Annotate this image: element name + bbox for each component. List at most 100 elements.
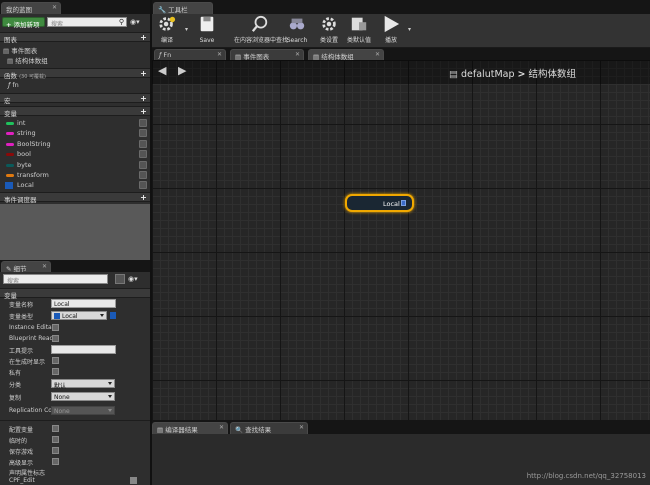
tooltip-label: 工具提示 [9,348,34,355]
section-macros[interactable]: 宏 + [0,93,150,105]
advanced-display-checkbox[interactable] [52,458,59,465]
add-dispatcher-icon[interactable]: + [140,194,147,202]
node-output-pin-icon[interactable] [401,200,406,206]
details-search-input[interactable]: 搜索 [3,274,108,285]
tab-my-blueprint[interactable]: 我的蓝图 ✕ [1,2,61,14]
add-macro-icon[interactable]: + [140,95,147,103]
add-new-button[interactable]: + 添加新项 ▾ [2,17,45,37]
graph-canvas[interactable]: ◀ ▶ ▤ defalutMap > 结构体数组 Local [152,60,650,420]
back-arrow-icon[interactable]: ◀ [158,64,166,77]
function-item-fn-label: fn [12,81,19,89]
graph-icon: ▤ [7,57,14,65]
dispatcher-empty-area [0,204,150,260]
category-value: 默认 [54,383,67,390]
compile-options-chevron-icon[interactable]: ▾ [185,26,188,33]
advanced-display-label: 高级显示 [9,460,34,467]
tab-fn-label: Fn [163,51,172,59]
compile-button[interactable]: 编译 [152,14,182,44]
variable-type-pill-icon [6,132,14,136]
graph-item-struct[interactable]: ▤ 结构体数组 [0,54,150,65]
forward-arrow-icon[interactable]: ▶ [178,64,186,77]
container-type-icon[interactable] [110,312,116,319]
replication-dropdown[interactable]: None [51,392,115,401]
visibility-eye-icon[interactable] [139,181,147,190]
variable-item[interactable]: Local [0,180,150,190]
config-var-label: 配置变量 [9,427,34,434]
tab-toolbar[interactable]: 🔧 工具栏 [153,2,213,14]
local-variable-node[interactable]: Local [345,194,414,212]
close-icon[interactable]: ✕ [219,424,224,431]
variable-item[interactable]: bool [0,149,150,159]
breadcrumb-root[interactable]: defalutMap [461,69,514,80]
variable-item[interactable]: BoolString [0,139,150,149]
close-icon[interactable]: ✕ [42,263,47,270]
variable-item[interactable]: string [0,128,150,138]
close-icon[interactable]: ✕ [375,51,380,58]
view-options-eye-icon[interactable]: ◉▾ [128,275,138,283]
chevron-down-icon [108,382,112,385]
section-functions[interactable]: 函数 (30 可覆载) + [0,68,150,80]
find-in-content-browser-button[interactable]: 在内容浏览器中查找 [234,14,288,44]
variable-item[interactable]: byte [0,160,150,170]
left-tabstrip: 我的蓝图 ✕ [0,0,150,14]
close-icon[interactable]: ✕ [295,51,300,58]
add-variable-icon[interactable]: + [140,108,147,116]
expose-on-spawn-checkbox[interactable] [52,357,59,364]
search-icon: ⚲ [118,18,124,26]
graph-tabstrip: ƒ Fn ✕ ▤ 事件图表 ✕ ▤ 结构体数组 ✕ [152,48,650,61]
add-function-icon[interactable]: + [140,70,147,78]
config-var-checkbox[interactable] [52,425,59,432]
visibility-eye-icon[interactable] [139,150,147,159]
section-graphs[interactable]: 图表 + [0,32,150,44]
visibility-eye-icon[interactable] [139,171,147,179]
play-button[interactable]: 播放 [376,14,406,44]
replication-condition-label: Replication Cor [9,407,55,414]
graph-item-event[interactable]: ▤ 事件图表 [0,44,150,55]
function-item-fn[interactable]: ƒ fn [0,80,150,90]
var-name-field[interactable]: Local [51,299,116,308]
variable-item-label: bool [17,150,31,159]
replication-label: 复制 [9,395,22,402]
expose-on-spawn-label: 在生成时显示 [9,359,46,366]
section-dispatchers-label: 事件调度器 [4,196,37,204]
toolbar: 编译 ▾ Save 在内容浏览器中查找 Search 类设置 类默认值 播放 ▾ [152,14,650,48]
visibility-eye-icon[interactable] [139,129,147,138]
results-panel: http://blog.csdn.net/qq_32758013 [152,434,650,485]
instance-editable-checkbox[interactable] [52,324,59,331]
visibility-eye-icon[interactable] [139,139,147,148]
tab-compiler-results[interactable]: ▤ 编译器结果 ✕ [152,422,228,434]
save-button[interactable]: Save [192,14,222,44]
var-type-dropdown[interactable]: Local [51,311,107,320]
transient-checkbox[interactable] [52,436,59,443]
cpf-edit-checkbox[interactable] [130,477,137,484]
details-search-placeholder: 搜索 [7,278,20,285]
private-checkbox[interactable] [52,368,59,375]
variable-item[interactable]: transform [0,170,150,180]
visibility-eye-icon[interactable] [139,160,147,169]
close-icon[interactable]: ✕ [217,51,222,58]
section-variable[interactable]: 变量 [0,288,150,300]
tab-find-results[interactable]: 🔍 查找结果 ✕ [230,422,308,434]
replication-condition-dropdown[interactable]: None [51,406,115,415]
section-variables-label: 变量 [4,110,17,118]
cpf-edit-label: CPF_Edit [9,477,35,484]
variable-item[interactable]: int [0,118,150,128]
visibility-eye-icon[interactable] [139,119,147,127]
view-options-eye-icon[interactable]: ◉▾ [130,18,146,26]
blueprint-search-input[interactable]: 搜索 ⚲ [47,17,127,28]
play-options-chevron-icon[interactable]: ▾ [408,26,411,33]
grid-view-icon[interactable] [115,274,125,284]
variable-type-pill-icon [6,174,14,177]
category-dropdown[interactable]: 默认 [51,379,115,390]
divider [0,420,150,421]
close-icon[interactable]: ✕ [299,424,304,431]
watermark: http://blog.csdn.net/qq_32758013 [526,472,646,480]
blueprint-readonly-checkbox[interactable] [52,335,59,342]
variable-type-pill-icon [6,122,14,125]
tooltip-field[interactable] [51,345,116,354]
save-game-checkbox[interactable] [52,447,59,454]
replication-value: None [54,394,70,401]
section-event-dispatchers[interactable]: 事件调度器 + [0,192,150,204]
section-variables[interactable]: 变量 + [0,106,150,118]
close-icon[interactable]: ✕ [52,4,57,11]
